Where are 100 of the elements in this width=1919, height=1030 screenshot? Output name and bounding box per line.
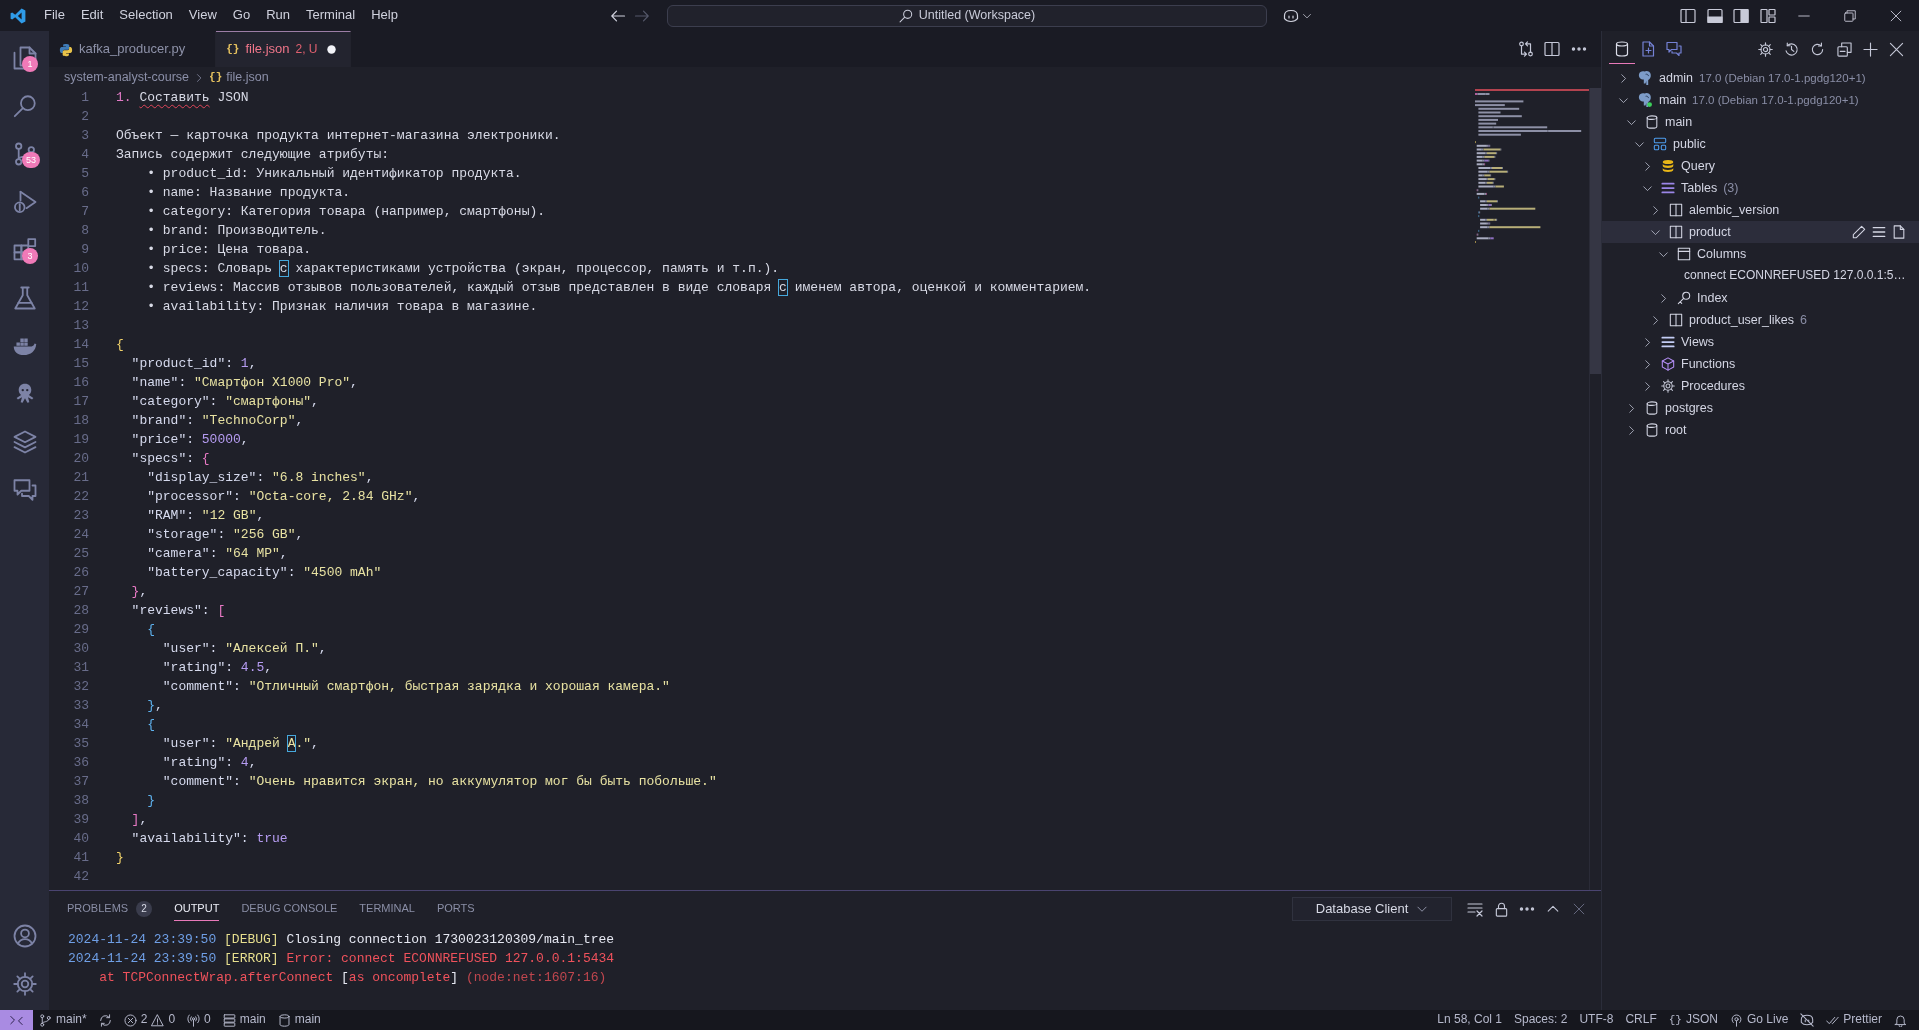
tree-item[interactable]: product_user_likes 6 — [1602, 309, 1919, 331]
tree-item[interactable]: Tables (3) — [1602, 177, 1919, 199]
right-pane-icon[interactable] — [1733, 7, 1750, 24]
status-item[interactable]: Spaces: 2 — [1508, 1010, 1574, 1030]
menu-item[interactable]: Terminal — [298, 7, 364, 24]
files-icon[interactable] — [12, 46, 37, 70]
language-status[interactable]: {} JSON — [1662, 1010, 1724, 1030]
code-line: "display_size": "6.8 inches", — [147, 469, 374, 487]
cylinder-icon — [1645, 401, 1659, 415]
database-status[interactable]: main — [271, 1010, 327, 1030]
settings-icon[interactable] — [1757, 41, 1773, 57]
list-icon[interactable] — [1872, 225, 1886, 239]
tree-item[interactable]: Columns — [1602, 243, 1919, 265]
panel-tab[interactable]: PROBLEMS 2 — [67, 897, 153, 921]
flask-icon[interactable] — [12, 286, 37, 310]
add-icon[interactable] — [1863, 41, 1879, 57]
tree-item[interactable]: public — [1602, 133, 1919, 155]
line-number: 16 — [72, 374, 89, 392]
bottom-pane-icon[interactable] — [1706, 7, 1723, 24]
command-center[interactable]: Untitled (Workspace) — [667, 4, 1267, 27]
branch-icon[interactable] — [12, 142, 37, 166]
branch-status[interactable]: main* — [33, 1010, 93, 1030]
scrollbar-thumb[interactable] — [1590, 88, 1601, 374]
search-icon[interactable] — [12, 94, 37, 118]
close-icon[interactable] — [1890, 9, 1902, 22]
line-number: 10 — [72, 260, 89, 278]
warning-icon — [151, 1013, 165, 1027]
file-icon[interactable] — [1892, 225, 1906, 239]
panel-tab[interactable]: DEBUG CONSOLE — [241, 897, 338, 921]
layers-icon[interactable] — [12, 430, 37, 454]
panel-tab[interactable]: OUTPUT — [174, 897, 220, 921]
go-live-button[interactable]: Go Live — [1723, 1010, 1795, 1030]
tree-item[interactable]: Query — [1602, 155, 1919, 177]
line-number: 41 — [72, 849, 89, 867]
problems-status[interactable]: 2 0 — [117, 1010, 182, 1030]
menu-item[interactable]: Go — [224, 7, 259, 24]
tree-item[interactable]: admin 17.0 (Debian 17.0-1.pgdg120+1) — [1602, 67, 1919, 89]
robot-off-icon[interactable] — [1800, 1013, 1815, 1027]
refresh-icon[interactable] — [1810, 41, 1826, 57]
line-number: 36 — [72, 754, 89, 772]
history-icon[interactable] — [1784, 41, 1800, 57]
tree-item[interactable]: alembic_version — [1602, 199, 1919, 221]
left-pane-icon[interactable] — [1680, 7, 1697, 24]
connection-status[interactable]: main — [216, 1010, 272, 1030]
status-item[interactable]: CRLF — [1619, 1010, 1663, 1030]
menu-item[interactable]: Help — [363, 7, 406, 24]
panel-tab[interactable]: PORTS — [436, 897, 475, 921]
ports-status[interactable]: 0 — [181, 1010, 217, 1030]
layout-grid-icon[interactable] — [1759, 7, 1776, 24]
editor-tab[interactable]: {} file.json 2, U — [216, 31, 351, 67]
tree-item[interactable]: Functions — [1602, 353, 1919, 375]
code-line: 1. Составить JSON — [116, 89, 249, 107]
robot-icon[interactable] — [1283, 7, 1299, 24]
status-item[interactable]: Ln 58, Col 1 — [1431, 1010, 1508, 1030]
play-bug-icon[interactable] — [12, 190, 37, 214]
line-number: 28 — [72, 602, 89, 620]
line-number: 42 — [72, 868, 89, 886]
bell-icon[interactable] — [1894, 1013, 1907, 1027]
output-channel-select[interactable]: Database Client — [1292, 897, 1452, 921]
tree-item[interactable]: postgres — [1602, 397, 1919, 419]
breadcrumb-item[interactable]: system-analyst-course — [64, 69, 190, 86]
code-line: "camera": "64 MP", — [147, 545, 288, 563]
tree-item[interactable]: root — [1602, 419, 1919, 441]
code-line: "rating": 4, — [162, 754, 257, 772]
restore-icon[interactable] — [1844, 9, 1856, 22]
close-icon[interactable] — [1889, 41, 1905, 57]
lock-icon[interactable] — [1493, 901, 1509, 917]
tree-item[interactable]: main 17.0 (Debian 17.0-1.pgdg120+1) — [1602, 89, 1919, 111]
account-icon[interactable] — [12, 924, 37, 948]
code-line: Объект — карточка продукта интернет-магазина электроники. — [116, 127, 561, 145]
tree-item[interactable]: product — [1602, 221, 1919, 243]
collapse-all-icon[interactable] — [1836, 41, 1852, 57]
clear-output-icon[interactable] — [1467, 901, 1483, 917]
angle-brackets-icon — [10, 1013, 23, 1027]
menu-item[interactable]: File — [36, 7, 73, 24]
menu-item[interactable]: Run — [258, 7, 298, 24]
prettier-status[interactable]: Prettier — [1820, 1010, 1888, 1030]
panel-tab[interactable]: TERMINAL — [359, 897, 415, 921]
tree-item[interactable]: main — [1602, 111, 1919, 133]
code-line: "storage": "256 GB", — [147, 526, 304, 544]
chat-icon[interactable] — [12, 478, 37, 502]
tree-item[interactable]: Views — [1602, 331, 1919, 353]
breadcrumb-item[interactable]: {} file.json — [209, 69, 269, 86]
compare-changes-icon[interactable] — [1517, 41, 1534, 57]
search-icon — [898, 8, 913, 23]
menu-item[interactable]: Edit — [72, 7, 112, 24]
line-number: 31 — [72, 659, 89, 677]
sync-icon[interactable] — [98, 1013, 112, 1027]
connection-description: 17.0 (Debian 17.0-1.pgdg120+1) — [1699, 70, 1866, 86]
menu-item[interactable]: View — [180, 7, 225, 24]
tree-item[interactable]: Procedures — [1602, 375, 1919, 397]
status-item[interactable]: UTF-8 — [1573, 1010, 1620, 1030]
pencil-icon[interactable] — [1852, 225, 1866, 239]
tree-item[interactable]: connect ECONNREFUSED 127.0.0.1:5… — [1602, 265, 1919, 287]
code-line: Запись содержит следующие атрибуты: — [116, 146, 390, 164]
split-editor-icon[interactable] — [1544, 41, 1561, 57]
menu-item[interactable]: Selection — [111, 7, 181, 24]
blocks-icon[interactable] — [12, 238, 37, 262]
unsaved-dot-icon[interactable] — [327, 45, 337, 54]
tree-item[interactable]: Index — [1602, 287, 1919, 309]
